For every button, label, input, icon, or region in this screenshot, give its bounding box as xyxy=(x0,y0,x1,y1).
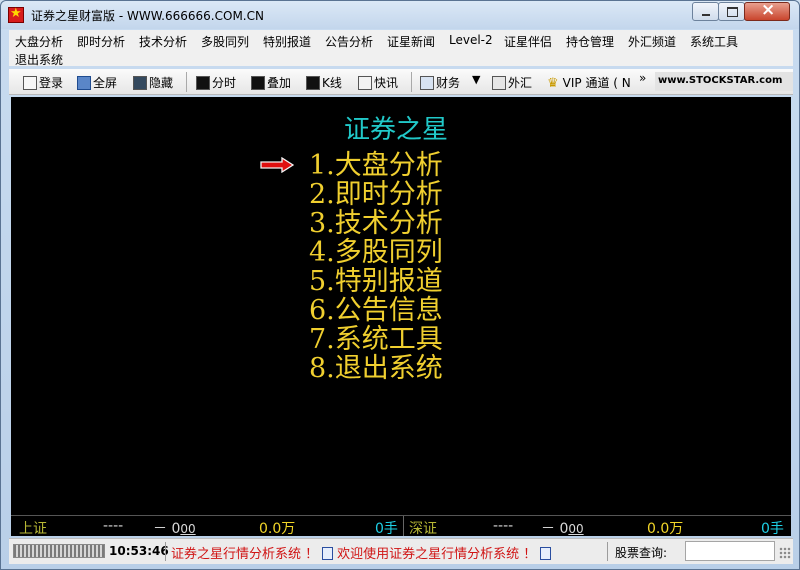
menu-realtime-analysis[interactable]: 即时分析 xyxy=(77,33,125,50)
toolbar-timeshare-button[interactable]: 分时 xyxy=(196,74,236,90)
toolbar-label: 全屏 xyxy=(93,76,118,90)
toolbar-label: VIP 通道 ( N xyxy=(562,76,631,90)
finance-icon xyxy=(420,76,434,90)
login-icon xyxy=(23,76,37,90)
status-separator xyxy=(165,542,166,561)
news-flash-icon xyxy=(358,76,372,90)
clock-time: 10:53:46 xyxy=(109,544,169,558)
forex-icon xyxy=(492,76,506,90)
main-entry-exit-system[interactable]: 8.退出系统 xyxy=(309,354,443,383)
main-title: 证券之星 xyxy=(344,115,449,145)
main-entry-system-tools[interactable]: 7.系统工具 xyxy=(309,325,443,354)
toolbar-hide-button[interactable]: 隐藏 xyxy=(133,74,173,90)
menu-multi-stock[interactable]: 多股同列 xyxy=(201,33,249,50)
toolbar-separator xyxy=(411,72,412,92)
toolbar-newsflash-button[interactable]: 快讯 xyxy=(358,74,398,90)
toolbar-label: 登录 xyxy=(39,76,64,90)
menu-exit-system[interactable]: 退出系统 xyxy=(15,51,63,68)
status-separator xyxy=(607,542,608,561)
sz-index-volume: 0.0万 xyxy=(647,521,684,537)
menu-position-management[interactable]: 持仓管理 xyxy=(566,33,614,50)
toolbar-finance-button[interactable]: 财务 xyxy=(420,74,460,90)
menu-technical-analysis[interactable]: 技术分析 xyxy=(139,33,187,50)
toolbar-label: 隐藏 xyxy=(149,76,174,90)
menu-special-report[interactable]: 特别报道 xyxy=(263,33,311,50)
app-star-icon[interactable] xyxy=(8,6,24,23)
toolbar-overlay-button[interactable]: 叠加 xyxy=(251,74,291,90)
main-entry-multi-stock[interactable]: 4.多股同列 xyxy=(309,238,443,267)
toolbar-label: 叠加 xyxy=(267,76,292,90)
toolbar-forex-button[interactable]: 外汇 xyxy=(492,74,532,90)
ticker-message: 欢迎使用证券之星行情分析系统 ！ xyxy=(337,547,537,561)
stockstar-logo: www.STOCKSTAR.com xyxy=(655,72,793,91)
sh-index-volume: 0.0万 xyxy=(259,521,296,537)
toolbar-separator xyxy=(186,72,187,92)
news-ticker[interactable]: 证券之星行情分析系统 ！ 欢迎使用证券之星行情分析系统 ！ xyxy=(171,543,601,561)
main-entry-special-report[interactable]: 5.特别报道 xyxy=(309,267,443,296)
sh-index-hands: 0手 xyxy=(375,521,398,537)
menu-stockstar-companion[interactable]: 证星伴侣 xyxy=(504,33,552,50)
document-icon xyxy=(322,547,334,560)
toolbar-kline-button[interactable]: K线 xyxy=(306,74,342,90)
toolbar-label: 外汇 xyxy=(508,76,533,90)
menu-market-analysis[interactable]: 大盘分析 xyxy=(15,33,63,50)
index-quote-bar: 上证 ---- － 000 0.0万 0手 深证 ---- － 000 0.0万… xyxy=(11,515,791,538)
toolbar-login-button[interactable]: 登录 xyxy=(23,74,63,90)
sz-index-price: ---- xyxy=(493,518,514,534)
stock-query-label: 股票查询: xyxy=(615,546,668,560)
finance-dropdown-arrow[interactable]: ▼ xyxy=(472,73,480,89)
quote-divider xyxy=(403,516,404,536)
window-title: 证券之星财富版 - WWW.666666.COM.CN xyxy=(31,9,264,23)
sh-index-name[interactable]: 上证 xyxy=(19,518,47,538)
menu-forex-channel[interactable]: 外汇频道 xyxy=(628,33,676,50)
main-menu-panel: 证券之星 1.大盘分析 2.即时分析 3.技术分析 4.多股同列 5.特别报道 … xyxy=(11,97,791,515)
menu-stockstar-news[interactable]: 证星新闻 xyxy=(387,33,435,50)
app-window: 证券之星财富版 - WWW.666666.COM.CN 大盘分析 即时分析 技术… xyxy=(0,0,800,570)
vip-crown-icon: ♛ xyxy=(547,76,559,91)
toolbar-vip-button[interactable]: ♛ VIP 通道 ( N xyxy=(547,74,631,91)
ticker-message: 证券之星行情分析系统 ！ xyxy=(171,547,319,561)
sh-index-change: － 000 xyxy=(153,521,196,537)
kline-icon xyxy=(306,76,320,90)
toolbar-label: 快讯 xyxy=(374,76,399,90)
menu-level2[interactable]: Level-2 xyxy=(449,33,493,47)
sz-index-name[interactable]: 深证 xyxy=(409,518,437,538)
overlay-chart-icon xyxy=(251,76,265,90)
selection-arrow-icon xyxy=(260,157,294,173)
toolbar-overflow-chevron[interactable]: » xyxy=(639,71,646,87)
resize-grip-icon[interactable] xyxy=(779,547,791,559)
minimize-button[interactable] xyxy=(692,2,719,21)
toolbar: 登录 全屏 隐藏 分时 叠加 K线 快讯 财务 ▼ 外汇 ♛ VIP 通道 ( N xyxy=(9,69,793,95)
maximize-button[interactable] xyxy=(718,2,745,21)
connection-progress-bar xyxy=(13,544,105,558)
timeshare-chart-icon xyxy=(196,76,210,90)
status-bar: 10:53:46 证券之星行情分析系统 ！ 欢迎使用证券之星行情分析系统 ！ 股票… xyxy=(9,538,793,564)
document-icon xyxy=(540,547,552,560)
menu-bar: 大盘分析 即时分析 技术分析 多股同列 特别报道 公告分析 证星新闻 Level… xyxy=(9,30,793,68)
toolbar-label: K线 xyxy=(322,76,342,90)
menu-announcement-analysis[interactable]: 公告分析 xyxy=(325,33,373,50)
toolbar-fullscreen-button[interactable]: 全屏 xyxy=(77,74,117,90)
main-entry-market-analysis[interactable]: 1.大盘分析 xyxy=(309,151,443,180)
fullscreen-icon xyxy=(77,76,91,90)
stock-query-input[interactable] xyxy=(685,541,775,561)
close-button[interactable] xyxy=(744,0,790,21)
toolbar-label: 财务 xyxy=(436,76,461,90)
toolbar-label: 分时 xyxy=(212,76,237,90)
menu-system-tools[interactable]: 系统工具 xyxy=(690,33,738,50)
hide-icon xyxy=(133,76,147,90)
sz-index-hands: 0手 xyxy=(761,521,784,537)
sh-index-price: ---- xyxy=(103,518,124,534)
title-bar[interactable]: 证券之星财富版 - WWW.666666.COM.CN xyxy=(1,0,799,29)
main-entry-technical-analysis[interactable]: 3.技术分析 xyxy=(309,209,443,238)
sz-index-change: － 000 xyxy=(541,521,584,537)
main-entry-announcements[interactable]: 6.公告信息 xyxy=(309,296,443,325)
main-entry-realtime-analysis[interactable]: 2.即时分析 xyxy=(309,180,443,209)
